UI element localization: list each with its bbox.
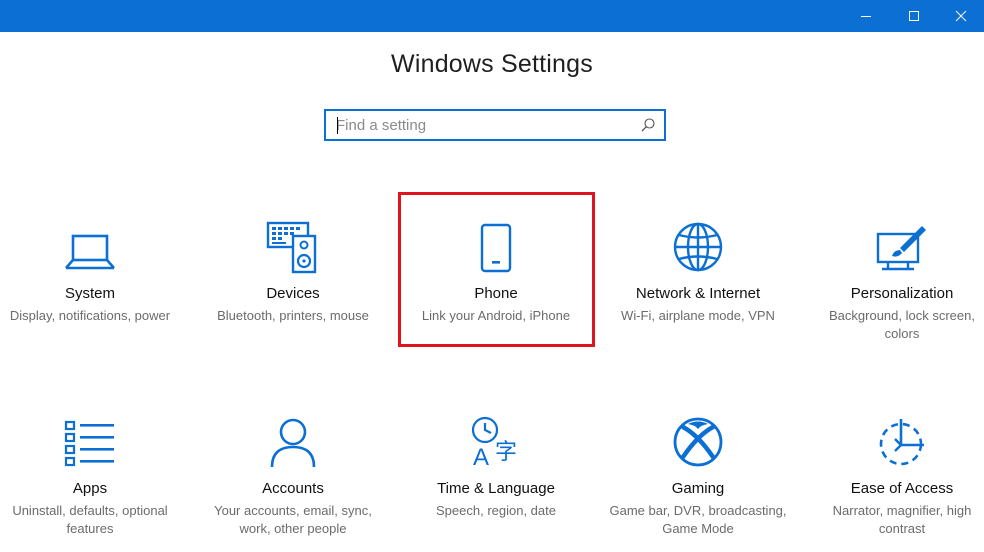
paint-brush-icon	[876, 226, 926, 271]
category-accounts[interactable]: Accounts Your accounts, email, sync, wor…	[203, 413, 383, 543]
category-description: Bluetooth, printers, mouse	[217, 308, 369, 323]
maximize-button[interactable]	[891, 0, 937, 32]
search-box[interactable]	[324, 109, 666, 141]
category-description: Speech, region, date	[436, 503, 556, 518]
minimize-icon	[861, 16, 871, 17]
category-name: Ease of Access	[850, 480, 954, 497]
highlight-box	[398, 192, 595, 347]
category-gaming[interactable]: Gaming Game bar, DVR, broadcasting, Game…	[608, 413, 788, 543]
category-description: Background, lock screen, colors	[829, 308, 975, 341]
text-caret	[337, 117, 338, 134]
category-name: Personalization	[850, 285, 954, 302]
title-bar	[0, 0, 984, 32]
page-title: Windows Settings	[391, 50, 593, 78]
category-description: Wi-Fi, airplane mode, VPN	[621, 308, 775, 323]
svg-text:字: 字	[495, 440, 517, 465]
category-network-internet[interactable]: Network & Internet Wi-Fi, airplane mode,…	[608, 218, 788, 348]
category-name: Time & Language	[437, 480, 555, 497]
globe-icon	[673, 222, 723, 272]
app-list-icon	[64, 420, 114, 467]
category-description: Game bar, DVR, broadcasting, Game Mode	[609, 503, 787, 536]
category-personalization[interactable]: Personalization Background, lock screen,…	[812, 218, 984, 348]
keyboard-speaker-icon	[266, 221, 317, 274]
category-name: Devices	[266, 285, 320, 302]
category-name: Accounts	[262, 480, 324, 497]
category-description: Narrator, magnifier, high contrast	[832, 503, 972, 536]
time-language-icon: A 字	[471, 416, 517, 469]
category-name: System	[64, 285, 115, 302]
category-ease-of-access[interactable]: Ease of Access Narrator, magnifier, high…	[812, 413, 984, 543]
laptop-icon	[65, 234, 115, 270]
minimize-button[interactable]	[843, 0, 889, 32]
category-apps[interactable]: Apps Uninstall, defaults, optional featu…	[0, 413, 180, 543]
category-description: Uninstall, defaults, optional features	[12, 503, 168, 536]
svg-text:A: A	[473, 444, 489, 469]
category-name: Network & Internet	[635, 285, 761, 302]
category-devices[interactable]: Devices Bluetooth, printers, mouse	[203, 218, 383, 348]
category-description: Display, notifications, power	[9, 308, 171, 323]
category-description: Your accounts, email, sync, work, other …	[214, 503, 372, 536]
xbox-icon	[673, 417, 723, 467]
ease-of-access-icon	[879, 419, 924, 466]
close-button[interactable]	[938, 0, 984, 32]
maximize-icon	[909, 11, 919, 21]
category-name: Gaming	[671, 480, 725, 497]
person-icon	[270, 418, 316, 468]
category-system[interactable]: System Display, notifications, power	[0, 218, 180, 348]
close-icon	[955, 10, 967, 22]
category-time-language[interactable]: A 字 Time & Language Speech, region, date	[406, 413, 586, 543]
category-name: Apps	[72, 480, 108, 497]
search-icon[interactable]	[640, 117, 656, 133]
search-input[interactable]	[336, 111, 636, 139]
